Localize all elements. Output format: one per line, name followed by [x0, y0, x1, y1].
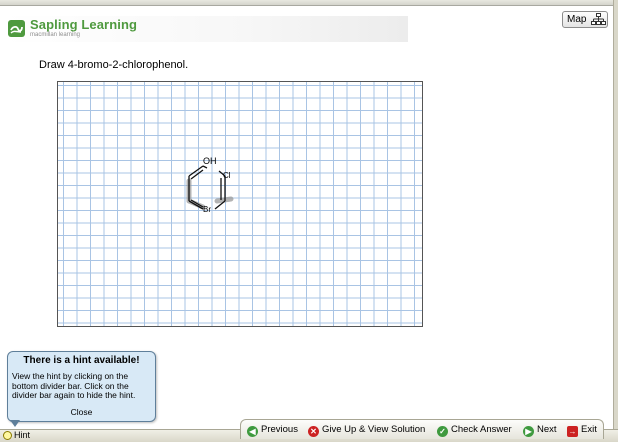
molecule-structure[interactable] — [178, 156, 248, 228]
brand-header: Sapling Learning macmillan learning — [4, 16, 408, 42]
drawing-canvas[interactable]: OH Cl Br — [57, 81, 423, 327]
hint-tab[interactable]: Hint — [3, 430, 31, 441]
cl-label: Cl — [223, 171, 231, 180]
back-arrow-icon: ◀ — [247, 426, 258, 437]
previous-label: Previous — [261, 424, 298, 435]
brand-subtitle: macmillan learning — [30, 32, 81, 38]
sitemap-icon — [591, 13, 606, 25]
map-button[interactable]: Map — [562, 11, 608, 28]
check-answer-label: Check Answer — [451, 424, 512, 435]
exit-door-icon: → — [567, 426, 578, 437]
question-prompt: Draw 4-bromo-2-chlorophenol. — [39, 59, 189, 71]
cancel-icon: ✕ — [308, 426, 319, 437]
sapling-logo-icon — [8, 20, 25, 37]
hint-close-link[interactable]: Close — [8, 407, 155, 417]
previous-button[interactable]: ◀ Previous — [247, 424, 298, 437]
check-answer-button[interactable]: ✓ Check Answer — [437, 424, 512, 437]
br-label: Br — [203, 205, 211, 214]
forward-arrow-icon: ▶ — [523, 426, 534, 437]
hint-popup: There is a hint available! View the hint… — [7, 351, 156, 422]
lightbulb-icon — [3, 431, 12, 441]
oh-label: OH — [203, 156, 217, 166]
check-icon: ✓ — [437, 426, 448, 437]
navigation-bar: ◀ Previous ✕ Give Up & View Solution ✓ Chec… — [240, 419, 604, 439]
hint-popup-body: View the hint by clicking on the bottom … — [12, 371, 136, 400]
brand-name: Sapling Learning — [30, 17, 138, 32]
next-label: Next — [537, 424, 557, 435]
give-up-label: Give Up & View Solution — [322, 424, 426, 435]
window-right-edge — [613, 0, 618, 441]
exit-button[interactable]: → Exit — [567, 424, 597, 437]
window-top-strip — [0, 0, 618, 6]
give-up-button[interactable]: ✕ Give Up & View Solution — [308, 424, 425, 437]
hint-tab-label: Hint — [14, 430, 31, 440]
exit-label: Exit — [581, 424, 597, 435]
hint-popup-pointer — [10, 420, 20, 427]
hint-popup-title: There is a hint available! — [23, 355, 140, 366]
next-button[interactable]: ▶ Next — [523, 424, 557, 437]
map-button-label: Map — [567, 14, 587, 25]
